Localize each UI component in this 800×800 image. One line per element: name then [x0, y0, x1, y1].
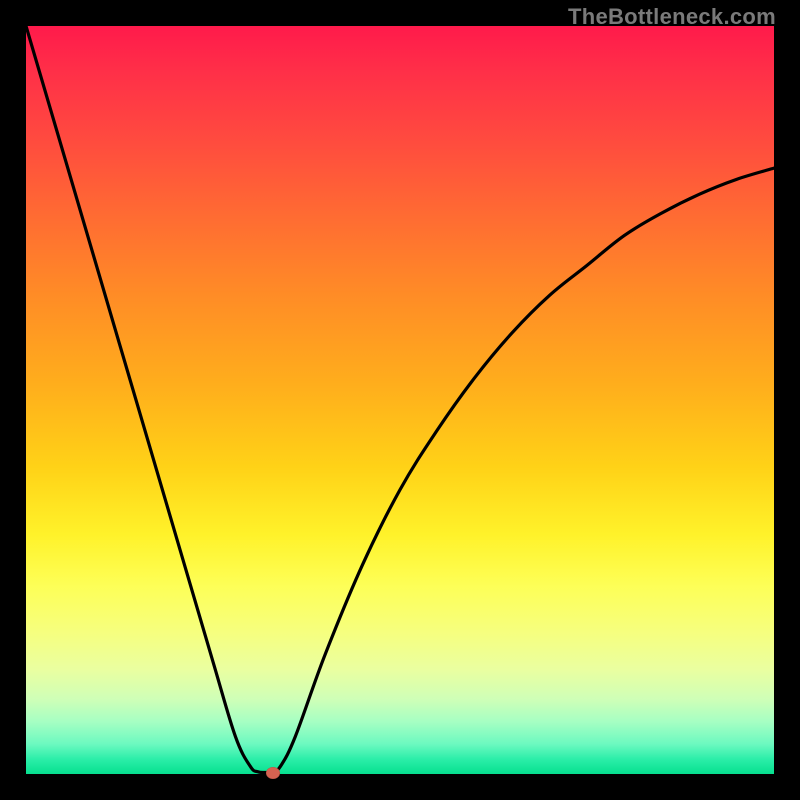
- chart-frame: TheBottleneck.com: [0, 0, 800, 800]
- bottleneck-curve: [26, 26, 774, 774]
- plot-area: [26, 26, 774, 774]
- curve-path: [26, 26, 774, 773]
- optimum-marker: [266, 767, 280, 779]
